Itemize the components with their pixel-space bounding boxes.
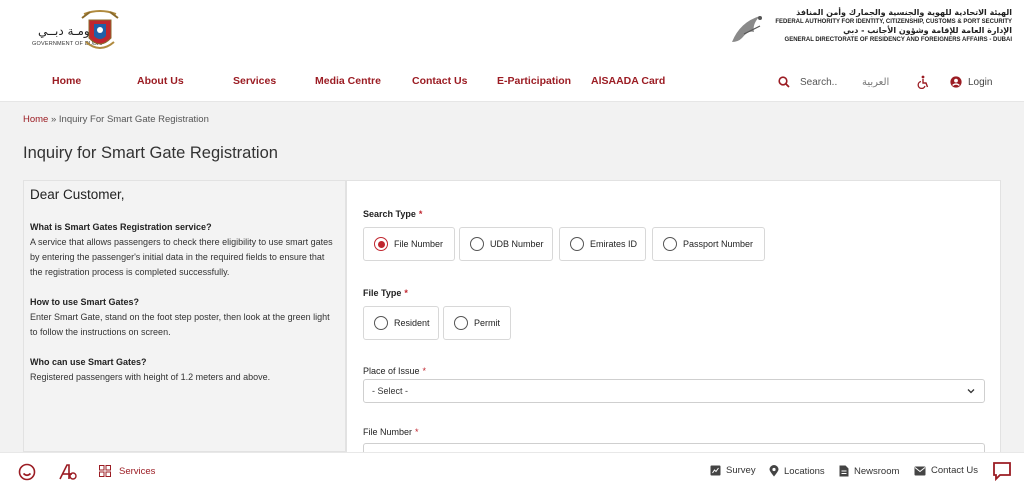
nav-contact-us[interactable]: Contact Us	[412, 75, 467, 87]
radio-permit[interactable]: Permit	[443, 306, 511, 340]
info-section-text: A service that allows passengers to chec…	[30, 237, 333, 277]
chat-button[interactable]	[992, 461, 1012, 481]
breadcrumb-current: Inquiry For Smart Gate Registration	[58, 114, 209, 125]
info-section-title: Who can use Smart Gates?	[30, 357, 147, 367]
breadcrumb: Home » Inquiry For Smart Gate Registrati…	[23, 114, 209, 125]
locations-label: Locations	[784, 465, 825, 477]
contact-us-button[interactable]: Contact Us	[914, 465, 978, 476]
login-label: Login	[968, 76, 993, 88]
smiley-icon	[18, 463, 36, 481]
search-button[interactable]: Search..	[778, 72, 837, 92]
envelope-icon	[914, 466, 926, 476]
breadcrumb-separator: »	[48, 114, 59, 125]
breadcrumb-home-link[interactable]: Home	[23, 114, 48, 125]
newsroom-label: Newsroom	[854, 465, 900, 477]
radio-indicator	[374, 316, 388, 330]
nav-alsaada-card[interactable]: AlSAADA Card	[591, 75, 665, 87]
nav-home[interactable]: Home	[52, 75, 81, 87]
locations-button[interactable]: Locations	[769, 465, 825, 477]
authority-name-en: FEDERAL AUTHORITY FOR IDENTITY, CITIZENS…	[775, 19, 1012, 25]
accessibility-tool-button[interactable]	[58, 463, 78, 481]
nav-media-centre[interactable]: Media Centre	[315, 75, 381, 87]
info-section-text: Registered passengers with height of 1.2…	[30, 372, 271, 382]
radio-indicator	[570, 237, 584, 251]
search-type-label: Search Type *	[363, 209, 423, 219]
info-panel: Dear Customer, What is Smart Gates Regis…	[23, 180, 346, 452]
radio-label: Passport Number	[683, 239, 754, 249]
place-of-issue-label: Place of Issue *	[363, 366, 427, 376]
info-section-text: Enter Smart Gate, stand on the foot step…	[30, 312, 330, 337]
services-menu-button[interactable]: Services	[99, 465, 155, 477]
radio-passport-number[interactable]: Passport Number	[652, 227, 765, 261]
nav-about-us[interactable]: About Us	[137, 75, 184, 87]
language-arabic-button[interactable]: العربية	[862, 72, 889, 92]
radio-indicator	[454, 316, 468, 330]
chat-bubble-icon	[992, 461, 1012, 481]
grid-icon	[99, 465, 111, 477]
survey-button[interactable]: Survey	[710, 465, 756, 476]
inquiry-form: Search Type * File Number UDB Number Emir…	[346, 180, 1001, 471]
radio-selected-indicator	[374, 237, 388, 251]
radio-file-number[interactable]: File Number	[363, 227, 455, 261]
radio-udb-number[interactable]: UDB Number	[459, 227, 553, 261]
accessibility-a-icon	[58, 463, 78, 481]
radio-label: UDB Number	[490, 239, 544, 249]
nav-services[interactable]: Services	[233, 75, 276, 87]
radio-indicator	[663, 237, 677, 251]
falcon-logo-icon	[730, 12, 768, 48]
greeting-text: Dear Customer,	[30, 187, 125, 202]
happiness-meter-button[interactable]	[18, 463, 36, 481]
survey-label: Survey	[726, 465, 756, 476]
file-type-label: File Type *	[363, 288, 408, 298]
authority-name-ar: الهيئة الاتحادية للهوية والجنسية والجمار…	[796, 8, 1012, 17]
search-label: Search..	[800, 76, 838, 88]
federal-authority-logo[interactable]: الهيئة الاتحادية للهوية والجنسية والجمار…	[730, 8, 1012, 56]
radio-label: Emirates ID	[590, 239, 638, 249]
newsroom-button[interactable]: Newsroom	[839, 465, 899, 477]
wheelchair-icon	[916, 75, 930, 89]
radio-label: File Number	[394, 239, 444, 249]
info-section-title: What is Smart Gates Registration service…	[30, 222, 212, 232]
radio-emirates-id[interactable]: Emirates ID	[559, 227, 646, 261]
radio-label: Resident	[394, 318, 430, 328]
page-title: Inquiry for Smart Gate Registration	[23, 144, 278, 162]
top-header: حكـومـة دبــي GOVERNMENT OF DUBAI الهيئة…	[0, 0, 1024, 62]
file-number-label: File Number *	[363, 427, 419, 437]
directorate-name-en: GENERAL DIRECTORATE OF RESIDENCY AND FOR…	[784, 37, 1012, 43]
nav-e-participation[interactable]: E-Participation	[497, 75, 571, 87]
contact-us-label: Contact Us	[931, 465, 978, 476]
place-of-issue-select[interactable]: - Select -	[363, 379, 985, 403]
map-pin-icon	[769, 465, 779, 477]
select-value: - Select -	[372, 386, 409, 396]
main-nav: Home About Us Services Media Centre Cont…	[0, 62, 1024, 102]
directorate-name-ar: الإدارة العامة للإقامة وشؤون الأجانب - د…	[843, 26, 1012, 35]
chevron-down-icon	[966, 386, 976, 396]
accessibility-button[interactable]	[916, 72, 930, 92]
search-icon	[778, 76, 790, 88]
dubai-emblem-icon	[78, 8, 122, 54]
radio-indicator	[470, 237, 484, 251]
bottom-bar: Services Survey Locations Newsroom Conta…	[0, 452, 1024, 490]
user-icon	[950, 76, 962, 88]
info-section-title: How to use Smart Gates?	[30, 297, 140, 307]
radio-label: Permit	[474, 318, 501, 328]
radio-resident[interactable]: Resident	[363, 306, 439, 340]
survey-icon	[710, 465, 721, 476]
services-label: Services	[119, 465, 156, 477]
login-button[interactable]: Login	[950, 72, 992, 92]
document-icon	[839, 465, 849, 477]
